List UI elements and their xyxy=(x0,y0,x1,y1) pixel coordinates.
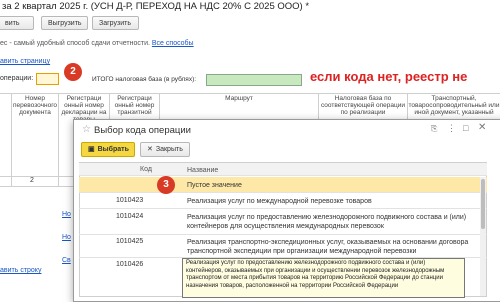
scrollbar-thumb[interactable] xyxy=(481,179,485,229)
step-3-badge: 3 xyxy=(157,176,175,194)
col-header-doc-number: Номер перевозочного документа xyxy=(12,95,58,116)
info-text: ес - самый удобный способ сдачи отчетнос… xyxy=(0,40,150,47)
annotation-text: если кода нет, реестр не xyxy=(310,69,468,84)
side-link-3[interactable]: Св xyxy=(62,257,71,264)
side-link-1[interactable]: Но xyxy=(62,211,71,218)
operation-code-input[interactable] xyxy=(36,73,59,85)
list-header: Код Название xyxy=(79,163,487,176)
list-item[interactable]: 1010423 Реализация услуг по международно… xyxy=(79,193,487,209)
upload-button[interactable]: Выгрузить xyxy=(41,16,88,30)
total-tax-base-field xyxy=(206,74,302,86)
star-icon[interactable]: ☆ xyxy=(82,124,91,135)
maximize-icon[interactable]: □ xyxy=(463,123,468,133)
col-header-route: Маршрут xyxy=(225,95,253,102)
select-button[interactable]: ▣ Выбрать xyxy=(81,142,135,157)
col-code-header: Код xyxy=(140,166,152,173)
col-header-transport-doc: Транспортный, товаросопроводительный или… xyxy=(408,95,500,116)
list-item[interactable]: 1010424 Реализация услуг по предоставлен… xyxy=(79,209,487,235)
load-button[interactable]: Загрузить xyxy=(92,16,139,30)
save-button[interactable]: вить xyxy=(0,16,34,30)
description-tooltip: Реализация услуг по предоставлению желез… xyxy=(182,258,465,298)
total-tax-base-label: ИТОГО налоговая база (в рублях): xyxy=(92,76,197,83)
operation-code-dialog: ☆ Выбор кода операции ⎘ ⋮ □ ✕ ▣ Выбрать ✕… xyxy=(73,119,500,302)
list-item[interactable]: Пустое значение xyxy=(79,177,487,193)
step-2-badge: 2 xyxy=(64,63,82,81)
info-line: ес - самый удобный способ сдачи отчетнос… xyxy=(0,40,194,47)
close-x-icon: ✕ xyxy=(147,146,153,153)
window-title: за 2 квартал 2025 г. (УСН Д-Р, ПЕРЕХОД Н… xyxy=(2,1,310,12)
more-icon[interactable]: ⋮ xyxy=(447,123,456,134)
side-link-2[interactable]: Но xyxy=(62,234,71,241)
operation-code-label: операции: xyxy=(0,75,34,82)
dialog-title: Выбор кода операции xyxy=(94,125,191,136)
list-item[interactable]: 1010425 Реализация транспортно-экспедици… xyxy=(79,235,487,258)
col-header-transit: Регистраци онный номер транзитной xyxy=(114,95,155,116)
close-button[interactable]: ✕ Закрыть xyxy=(140,142,190,157)
all-methods-link[interactable]: Все способы xyxy=(152,40,194,47)
col-name-header: Название xyxy=(187,167,219,174)
add-row-link[interactable]: авить строку xyxy=(0,267,41,274)
close-icon[interactable]: ✕ xyxy=(478,122,486,133)
link-icon[interactable]: ⎘ xyxy=(431,124,437,134)
row-number: 2 xyxy=(30,177,34,184)
list-scrollbar[interactable] xyxy=(480,177,486,296)
add-page-link[interactable]: авить страницу xyxy=(0,58,50,65)
col-header-tax-base: Налоговая база по соответствующей операц… xyxy=(320,95,406,116)
select-icon: ▣ xyxy=(88,146,95,153)
